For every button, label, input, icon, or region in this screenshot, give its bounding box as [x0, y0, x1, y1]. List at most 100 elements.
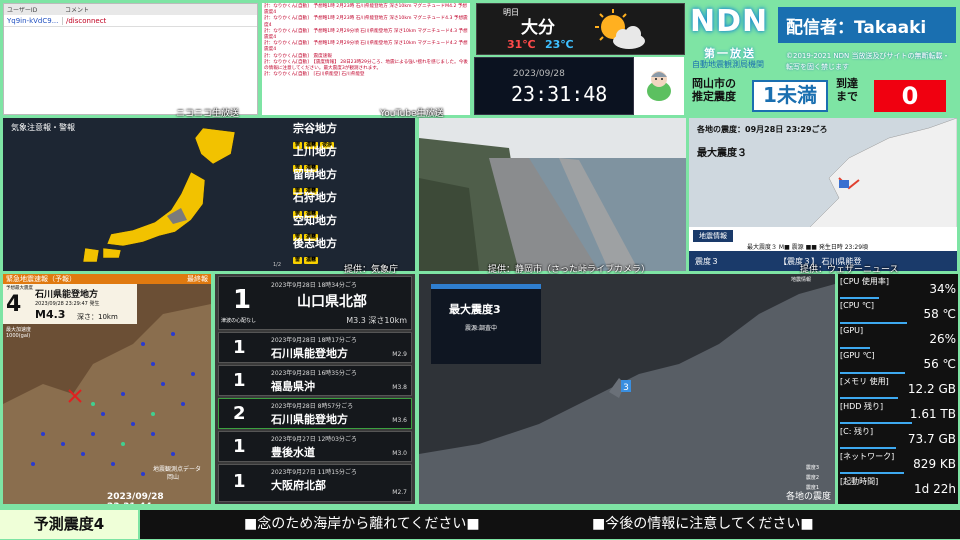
eq-shindo: 1	[233, 285, 252, 315]
streamer-name: 配信者：Takaaki	[778, 7, 956, 43]
metric-label: [ネットワーク]	[840, 452, 895, 461]
metric-bar	[840, 447, 896, 449]
eq-shindo: 1	[233, 471, 246, 492]
eew-magnitude: M4.3	[35, 308, 66, 321]
ticker-message: ■今後の情報に注意してください■	[592, 516, 814, 532]
eq-time: 2023年9月28日 16時35分ごろ	[271, 370, 357, 377]
metric-memory: [メモリ 使用] 12.2 GB	[840, 376, 956, 400]
eq-place: 福島県沖	[271, 380, 315, 393]
eew-pred-label: 予想最大震度	[6, 286, 33, 291]
highway-camera-image	[419, 118, 686, 271]
weather-high: 31℃	[507, 38, 536, 51]
metric-bar	[840, 297, 880, 299]
legend-intensity-2: 震度2	[805, 475, 819, 481]
user-col-header: ユーザーID	[7, 7, 38, 14]
eq-time: 2023年9月27日 11時15分ごろ	[271, 469, 357, 476]
eq-item[interactable]: 1 2023年9月27日 12時03分ごろ 豊後水道 M3.0	[218, 431, 412, 462]
metric-value: 829 KB	[913, 457, 956, 471]
bottom-bar: 予測震度4 ■念のため海岸から離れてください■ ■今後の情報に注意してください■	[0, 507, 960, 540]
eq-item[interactable]: 1 2023年9月28日 16時35分ごろ 福島県沖 M3.8	[218, 365, 412, 396]
svg-text:3: 3	[623, 383, 629, 392]
card-status: 震源:調査中	[465, 325, 498, 332]
metric-bar	[840, 347, 871, 349]
weather-city: 大分	[521, 18, 555, 38]
predicted-intensity: 予測震度4	[0, 510, 138, 539]
earthquake-list: 1 2023年9月28日 18時34分ごろ 山口県北部 津波の心配なし M3.3…	[215, 274, 415, 504]
warning-region: 後志地方雷濃霧	[293, 235, 337, 264]
ticker-message: ■念のため海岸から離れてください■	[244, 516, 480, 532]
warning-tag: 雷	[293, 257, 303, 264]
eq-shindo: 2	[233, 403, 246, 424]
news-ticker: ■念のため海岸から離れてください■ ■今後の情報に注意してください■	[140, 510, 960, 539]
ndn-logo: NDN	[690, 4, 769, 39]
arrival-label: 到達 まで	[836, 77, 858, 103]
ndn-subtitle: 自動地震観測局機関	[692, 60, 764, 69]
chat-message: 計：なりかくん[自動] 予想略1時 2月23時 石川県能登地方 深さ10km マ…	[264, 16, 468, 28]
eq-item[interactable]: 2 2023年9月28日 8時57分ごろ 石川県能登地方 M3.6	[218, 398, 412, 429]
clock-date: 2023/09/28	[513, 69, 565, 79]
ndn-header: NDN 配信者：Takaaki 第一放送 自動地震観測局機関 ©2019-202…	[688, 3, 958, 115]
eq-note: 津波の心配なし	[221, 318, 257, 324]
arrival-countdown: 0	[874, 80, 946, 112]
region-name: 上川地方	[293, 145, 337, 158]
legend-title: 最大加速度	[6, 327, 32, 333]
metric-network: [ネットワーク] 829 KB	[840, 451, 956, 475]
intensity-3-marker-icon: 3	[621, 380, 631, 392]
youtube-chat-panel: 計：なりかくん[自動] 予想略1時 2月23時 石川県能登地方 深さ10km マ…	[262, 3, 470, 115]
eew-final: 最終報	[187, 275, 208, 283]
eq-time: 2023年9月28日 18時17分ごろ	[271, 337, 357, 344]
comment-row[interactable]: Yq9in-kVdC9... /disconnect	[4, 15, 257, 27]
estimate-label: 岡山市の 推定震度	[692, 77, 736, 103]
eq-mag: M3.8	[392, 384, 407, 391]
eew-epicenter: 石川県能登地方	[35, 290, 99, 300]
metric-value: 58 ℃	[923, 307, 956, 321]
eq-shindo: 1	[233, 436, 246, 457]
eq-item[interactable]: 1 2023年9月28日 18時34分ごろ 山口県北部 津波の心配なし M3.3…	[218, 276, 412, 330]
arrival-label-line1: 到達	[836, 77, 858, 90]
region-name: 空知地方	[293, 214, 337, 227]
chat-message: 計：なりかくん[自動] 【震度情報】 28日23時29分ころ、地震による強い揺れ…	[264, 59, 468, 72]
niconico-comment-panel: ユーザーID コメント Yq9in-kVdC9... /disconnect	[3, 3, 258, 115]
estimated-shindo: 1未満	[752, 80, 828, 112]
clock-panel: 2023/09/28 23:31:48	[474, 57, 634, 115]
arrival-label-line2: まで	[836, 90, 858, 103]
eew-bar: 緊急地震速報（予報） 最終報	[3, 274, 211, 284]
region-name: 留萌地方	[293, 168, 337, 181]
metric-hdd: [HDD 残り] 1.61 TB	[840, 401, 956, 425]
metric-label: [CPU 使用率]	[840, 277, 890, 286]
mascot-icon	[647, 71, 671, 101]
clock-time: 23:31:48	[511, 82, 608, 106]
regional-intensity-panel: 各地の震度：09月28日 23:29ごろ 最大震度３ 地震情報 最大震度３ M■…	[689, 118, 957, 271]
eq-time: 2023年9月28日 18時34分ごろ	[271, 282, 357, 289]
eq-info-card: 最大震度3 震源:調査中	[431, 284, 541, 364]
eq-time: 2023年9月28日 8時57分ごろ	[271, 403, 354, 410]
comment-header: ユーザーID コメント	[4, 4, 257, 15]
region-name: 石狩地方	[293, 191, 337, 204]
eq-time: 2023年9月27日 12時03分ごろ	[271, 436, 357, 443]
comment-col-header: コメント	[65, 7, 90, 14]
region-name: 宗谷地方	[293, 122, 337, 135]
eq-shindo: 1	[233, 370, 246, 391]
copyright-text: ©2019-2021 NDN 当放送及びサイトの無断転載・転写を固く禁じます	[786, 52, 950, 71]
eew-shindo: 4	[6, 292, 22, 317]
metric-uptime: [起動時間] 1d 22h	[840, 476, 956, 500]
metric-label: [HDD 残り]	[840, 402, 884, 411]
eq-item[interactable]: 1 2023年9月28日 18時17分ごろ 石川県能登地方 M2.9	[218, 332, 412, 363]
metric-value: 1.61 TB	[909, 407, 956, 421]
eq-mag: M3.0	[392, 450, 407, 457]
earthquake-map-panel: 3 最大震度3 震源:調査中 地震情報 震度3 震度2 震度1 各地の震度	[419, 274, 835, 504]
eq-place: 豊後水道	[271, 446, 315, 459]
eew-panel: 緊急地震速報（予報） 最終報 予想最大震度 4 石川県能登地方 2023/09/2…	[3, 274, 211, 504]
card-max-intensity: 最大震度3	[449, 303, 501, 316]
eew-type: 緊急地震速報（予報）	[6, 275, 76, 283]
system-monitor: [CPU 使用率] 34% [CPU ℃] 58 ℃ [GPU] 26% [GPU ℃…	[838, 274, 958, 504]
estimate-label-line2: 推定震度	[692, 90, 736, 103]
eq-mag: M3.6	[392, 417, 407, 424]
weather-low: 23℃	[545, 38, 574, 51]
metric-label: [メモリ 使用]	[840, 377, 889, 386]
metric-gpu-usage: [GPU] 26%	[840, 326, 956, 350]
metric-c-drive: [C: 残り] 73.7 GB	[840, 426, 956, 450]
region-name: 後志地方	[293, 237, 337, 250]
eq-item[interactable]: 1 2023年9月27日 11時15分ごろ 大阪府北部 M2.7	[218, 464, 412, 502]
warning-page: 1/2	[273, 262, 282, 268]
